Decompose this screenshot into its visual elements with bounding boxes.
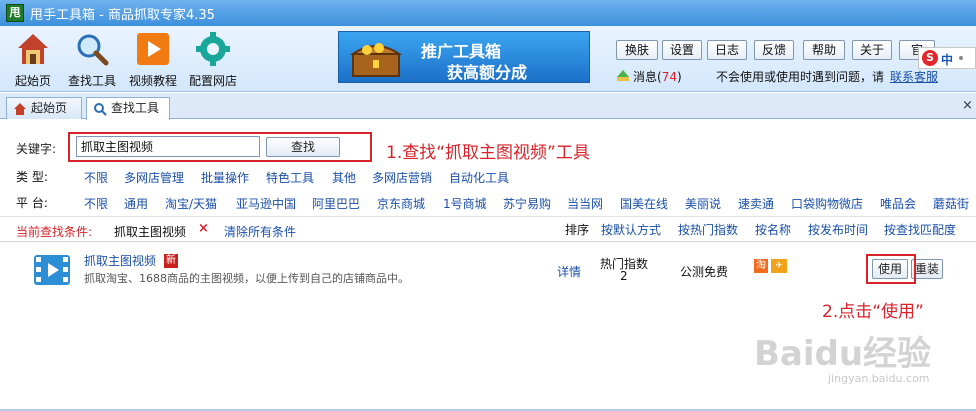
help-text: 不会使用或使用时遇到问题，请	[716, 70, 885, 84]
condition-tag: 抓取主图视频	[114, 225, 187, 239]
gear-icon	[196, 32, 230, 66]
platform-filter-jd[interactable]: 京东商城	[377, 195, 425, 212]
clear-conditions-link[interactable]: 清除所有条件	[224, 223, 296, 240]
type-filter-marketing[interactable]: 多网店营销	[372, 169, 432, 186]
annotation-step-2: 2.点击“使用”	[822, 302, 924, 322]
sort-label: 排序	[565, 223, 590, 237]
ime-indicator[interactable]: S 中	[918, 47, 976, 69]
sort-name[interactable]: 按名称	[755, 221, 791, 238]
platform-icon: ✈	[771, 259, 787, 273]
tool-name-link[interactable]: 抓取主图视频	[84, 252, 156, 269]
about-button[interactable]: 关于	[852, 40, 892, 60]
annotation-step-1: 1.查找“抓取主图视频”工具	[386, 143, 590, 163]
feedback-button[interactable]: 反馈	[754, 40, 794, 60]
platform-label: 平 台:	[16, 196, 48, 210]
toolbar: 起始页 查找工具 视频教程 配置网店 推广工具箱 获高额分成 换肤 设置 日志 …	[0, 26, 976, 92]
ime-dot-icon	[959, 56, 963, 60]
platform-filter-amazon[interactable]: 亚马逊中国	[236, 195, 296, 212]
magnifier-icon	[77, 34, 109, 66]
taobao-icon: 淘	[754, 259, 768, 273]
type-filter-automation[interactable]: 自动化工具	[449, 169, 509, 186]
banner-line-2: 获高额分成	[447, 63, 528, 82]
help-button[interactable]: 帮助	[803, 40, 845, 60]
platform-filter-vip[interactable]: 唯品会	[880, 195, 916, 212]
platform-filter-meilishuo[interactable]: 美丽说	[685, 195, 721, 212]
type-filter-other[interactable]: 其他	[332, 169, 356, 186]
video-tutorial-button[interactable]: 视频教程	[122, 26, 184, 92]
platform-filter-taobao[interactable]: 淘宝/天猫	[165, 195, 217, 212]
message-icon	[617, 70, 629, 81]
sort-hot[interactable]: 按热门指数	[678, 221, 738, 238]
platform-filter-gome[interactable]: 国美在线	[620, 195, 668, 212]
platform-filter-mogujie[interactable]: 蘑菇街	[933, 195, 976, 212]
promo-banner[interactable]: 推广工具箱 获高额分成	[338, 31, 590, 83]
platform-filter-suning[interactable]: 苏宁易购	[503, 195, 551, 212]
home-icon	[14, 103, 26, 115]
annotation-box-use	[866, 254, 916, 284]
sogou-logo-icon: S	[922, 50, 938, 66]
platform-filter-koudai[interactable]: 口袋购物微店	[791, 195, 863, 212]
type-filter-multistore[interactable]: 多网店管理	[124, 169, 184, 186]
platform-filter-dangdang[interactable]: 当当网	[567, 195, 603, 212]
type-filter-all[interactable]: 不限	[84, 169, 108, 186]
details-link[interactable]: 详情	[557, 263, 581, 280]
platform-filter-all[interactable]: 不限	[84, 195, 108, 212]
settings-button[interactable]: 设置	[662, 40, 702, 60]
platform-filter-general[interactable]: 通用	[124, 195, 148, 212]
tool-description: 抓取淘宝、1688商品的主图视频，以便上传到自己的店铺商品中。	[84, 272, 409, 285]
type-filter-featured[interactable]: 特色工具	[266, 169, 314, 186]
home-icon	[18, 34, 48, 64]
type-label: 类 型:	[16, 170, 48, 184]
license-text: 公测免费	[680, 265, 729, 279]
sort-publish-time[interactable]: 按发布时间	[808, 221, 868, 238]
watermark-text: Baidu经验	[754, 334, 932, 374]
hot-index-value: 2	[620, 269, 628, 283]
new-badge: 新	[164, 254, 178, 268]
platform-filter-yhd[interactable]: 1号商城	[443, 195, 487, 212]
tab-find-tools[interactable]: 查找工具	[86, 97, 170, 120]
configure-store-button[interactable]: 配置网店	[182, 26, 244, 92]
watermark-url: jingyan.baidu.com	[828, 372, 930, 385]
annotation-box-search	[68, 132, 372, 162]
magnifier-icon	[94, 103, 107, 116]
video-tool-icon	[34, 255, 70, 285]
app-logo: 甩	[6, 4, 24, 22]
messages-link[interactable]: 消息(74)	[633, 68, 682, 85]
keyword-label: 关键字:	[16, 142, 57, 156]
home-button[interactable]: 起始页	[2, 26, 64, 92]
title-bar: 甩 甩手工具箱 - 商品抓取专家4.35	[0, 0, 976, 26]
platform-filter-alibaba[interactable]: 阿里巴巴	[312, 195, 360, 212]
ime-mode: 中	[941, 53, 954, 67]
treasure-chest-icon	[349, 43, 403, 77]
close-tab-icon[interactable]: ×	[962, 98, 973, 113]
log-button[interactable]: 日志	[707, 40, 747, 60]
remove-condition-icon[interactable]: ×	[198, 221, 209, 236]
tab-home[interactable]: 起始页	[6, 97, 82, 119]
message-count: 74	[661, 70, 677, 84]
conditions-bar: 当前查找条件: 抓取主图视频 × 清除所有条件 排序 按默认方式 按热门指数 按…	[0, 216, 976, 242]
platform-filter-aliexpress[interactable]: 速卖通	[738, 195, 774, 212]
type-filter-batch[interactable]: 批量操作	[201, 169, 249, 186]
play-icon	[137, 33, 169, 65]
find-tools-button[interactable]: 查找工具	[61, 26, 123, 92]
sort-match[interactable]: 按查找匹配度	[884, 221, 956, 238]
tab-strip: 起始页 查找工具	[0, 93, 976, 120]
window-title: 甩手工具箱 - 商品抓取专家4.35	[30, 8, 215, 23]
skin-button[interactable]: 换肤	[616, 40, 658, 60]
conditions-label: 当前查找条件:	[16, 225, 93, 239]
sort-default[interactable]: 按默认方式	[601, 221, 661, 238]
contact-service-link[interactable]: 联系客服	[890, 68, 938, 85]
